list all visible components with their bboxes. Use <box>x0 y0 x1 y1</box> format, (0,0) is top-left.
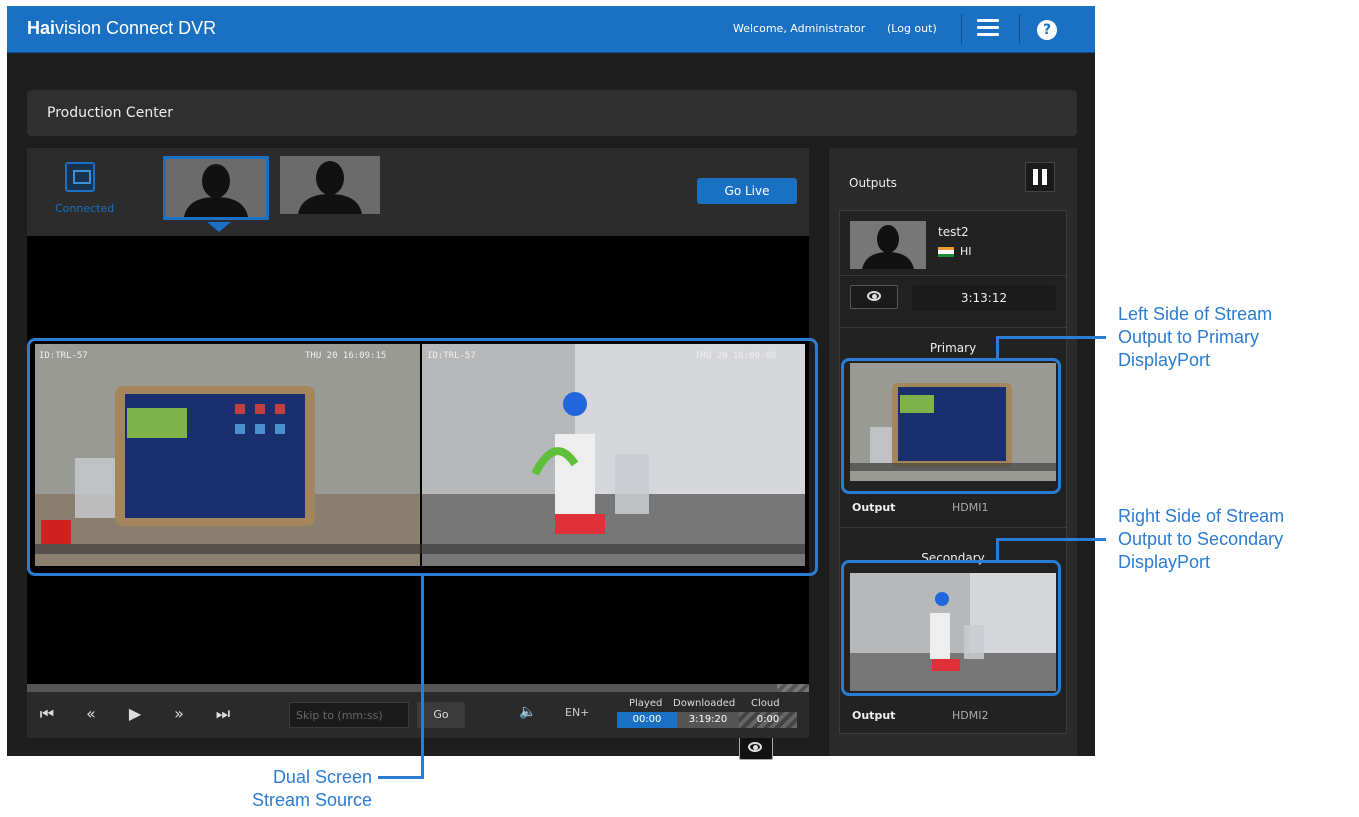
outputs-title: Outputs <box>849 176 897 190</box>
menu-icon[interactable] <box>977 19 999 37</box>
caption-language-button[interactable]: EN+ <box>565 706 589 719</box>
user-silhouette-icon <box>280 156 380 214</box>
primary-highlight <box>841 358 1061 494</box>
dual-screen-annotation: Dual Screen Stream Source <box>251 767 372 810</box>
output-source-thumbnail <box>850 221 926 269</box>
callout-line <box>996 540 999 560</box>
output-preview-eye-icon[interactable] <box>850 285 898 309</box>
source-strip: Connected Go Live <box>27 148 809 236</box>
source-thumbnail[interactable] <box>280 156 380 214</box>
top-bar: Haivision Connect DVR Welcome, Administr… <box>7 6 1095 53</box>
playback-controls: ⏮ « ▶ » ⏭ Skip to (mm:ss) Go 🔈 EN+ Playe… <box>27 692 809 738</box>
playback-progress-bar[interactable] <box>27 684 809 692</box>
secondary-output-port: HDMI2 <box>952 709 989 722</box>
network-connected-icon <box>65 162 95 192</box>
divider <box>1019 14 1020 44</box>
user-silhouette-icon <box>166 159 266 217</box>
brand-logo: Haivision Connect DVR <box>27 18 217 38</box>
pause-icon[interactable] <box>1025 162 1055 192</box>
connection-status: Connected <box>55 202 115 215</box>
user-silhouette-icon <box>850 221 926 269</box>
cloud-value: 0:00 <box>739 712 797 728</box>
india-flag-icon <box>938 247 954 257</box>
divider <box>961 14 962 44</box>
output-source-name: test2 <box>938 225 969 239</box>
logout-link[interactable]: (Log out) <box>887 22 937 35</box>
callout-line <box>996 338 999 358</box>
secondary-annotation: Right Side of Stream Output to Secondary… <box>1118 506 1285 572</box>
preview-toggle-eye-icon[interactable] <box>739 736 773 760</box>
played-value: 00:00 <box>617 712 677 728</box>
rewind-icon[interactable]: « <box>79 704 103 723</box>
cloud-label: Cloud <box>751 698 780 709</box>
callout-line <box>996 336 1106 339</box>
go-live-button[interactable]: Go Live <box>697 178 797 204</box>
divider <box>840 275 1066 276</box>
go-button[interactable]: Go <box>417 702 465 728</box>
help-icon[interactable]: ? <box>1037 20 1057 40</box>
page-title: Production Center <box>47 105 174 121</box>
callout-line <box>378 776 424 779</box>
skip-to-end-icon[interactable]: ⏭ <box>211 704 235 724</box>
primary-output-label: Output <box>852 501 896 514</box>
fast-forward-icon[interactable]: » <box>167 704 191 723</box>
callout-line <box>996 538 1106 541</box>
primary-annotation: Left Side of Stream Output to Primary Di… <box>1118 304 1273 370</box>
secondary-output-label: Output <box>852 709 896 722</box>
welcome-text: Welcome, Administrator <box>733 22 866 35</box>
downloaded-label: Downloaded <box>673 698 736 709</box>
output-time: 3:13:12 <box>912 285 1056 311</box>
divider <box>840 527 1066 528</box>
play-icon[interactable]: ▶ <box>123 704 147 723</box>
downloaded-value: 3:19:20 <box>677 712 739 728</box>
skip-to-start-icon[interactable]: ⏮ <box>35 704 59 724</box>
skip-to-input[interactable]: Skip to (mm:ss) <box>289 702 409 728</box>
divider <box>840 327 1066 328</box>
primary-output-port: HDMI1 <box>952 501 989 514</box>
output-language: HI <box>960 245 972 258</box>
callout-line <box>421 576 424 778</box>
dual-screen-highlight <box>27 338 818 576</box>
production-center-bar: Production Center <box>27 90 1077 136</box>
volume-icon[interactable]: 🔈 <box>519 704 536 720</box>
primary-display-label: Primary <box>929 341 977 355</box>
played-label: Played <box>629 698 663 709</box>
secondary-highlight <box>841 560 1061 696</box>
selected-source-caret <box>207 222 231 232</box>
source-thumbnail-selected[interactable] <box>163 156 269 220</box>
